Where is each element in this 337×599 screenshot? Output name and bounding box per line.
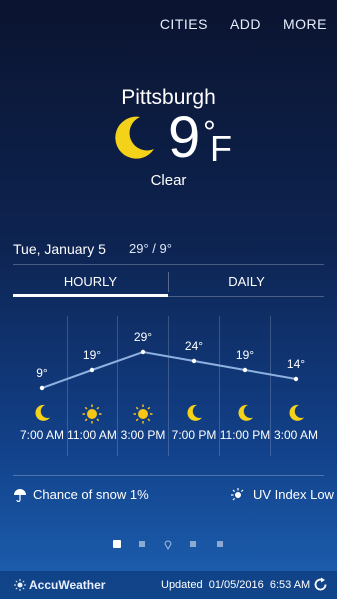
- hourly-temp-label: 19°: [82, 348, 102, 362]
- hourly-temp-label: 14°: [286, 357, 306, 371]
- hourly-temp-label: 9°: [36, 366, 48, 380]
- footer-bar: AccuWeather Updated 01/05/2016 6:53 AM: [0, 571, 337, 599]
- sun-icon: [82, 404, 102, 429]
- hourly-point: [89, 367, 95, 373]
- uv-index: UV Index Low: [231, 487, 334, 502]
- uv-index-text: UV Index Low: [253, 487, 334, 502]
- sun-icon: [133, 404, 153, 429]
- umbrella-icon: [14, 488, 26, 502]
- page-dot[interactable]: [139, 541, 145, 547]
- divider: [13, 475, 324, 476]
- hourly-point: [140, 349, 146, 355]
- hourly-temp-line: [39, 349, 299, 391]
- brand-text: AccuWeather: [29, 578, 106, 592]
- hourly-point: [242, 367, 248, 373]
- hourly-point: [293, 376, 299, 382]
- snow-chance-text: Chance of snow 1%: [33, 487, 149, 502]
- page-dot[interactable]: [217, 541, 223, 547]
- accuweather-logo[interactable]: AccuWeather: [14, 578, 105, 592]
- hourly-point: [39, 385, 45, 391]
- moon-icon: [237, 404, 254, 427]
- hourly-time-label: 3:00 AM: [273, 428, 319, 442]
- refresh-icon[interactable]: [313, 577, 328, 592]
- page-indicator: [0, 540, 337, 550]
- snow-chance: Chance of snow 1%: [13, 487, 149, 502]
- moon-icon: [186, 404, 203, 427]
- uv-sun-icon: [231, 487, 244, 500]
- hourly-point: [191, 358, 197, 364]
- location-pin-icon[interactable]: [164, 539, 172, 550]
- moon-icon: [34, 404, 51, 427]
- accuweather-sun-icon: [14, 579, 26, 591]
- moon-icon: [288, 404, 305, 427]
- page-dot-active[interactable]: [113, 540, 121, 548]
- page-dot[interactable]: [190, 541, 196, 547]
- updated-timestamp: Updated 01/05/2016 6:53 AM: [161, 579, 311, 591]
